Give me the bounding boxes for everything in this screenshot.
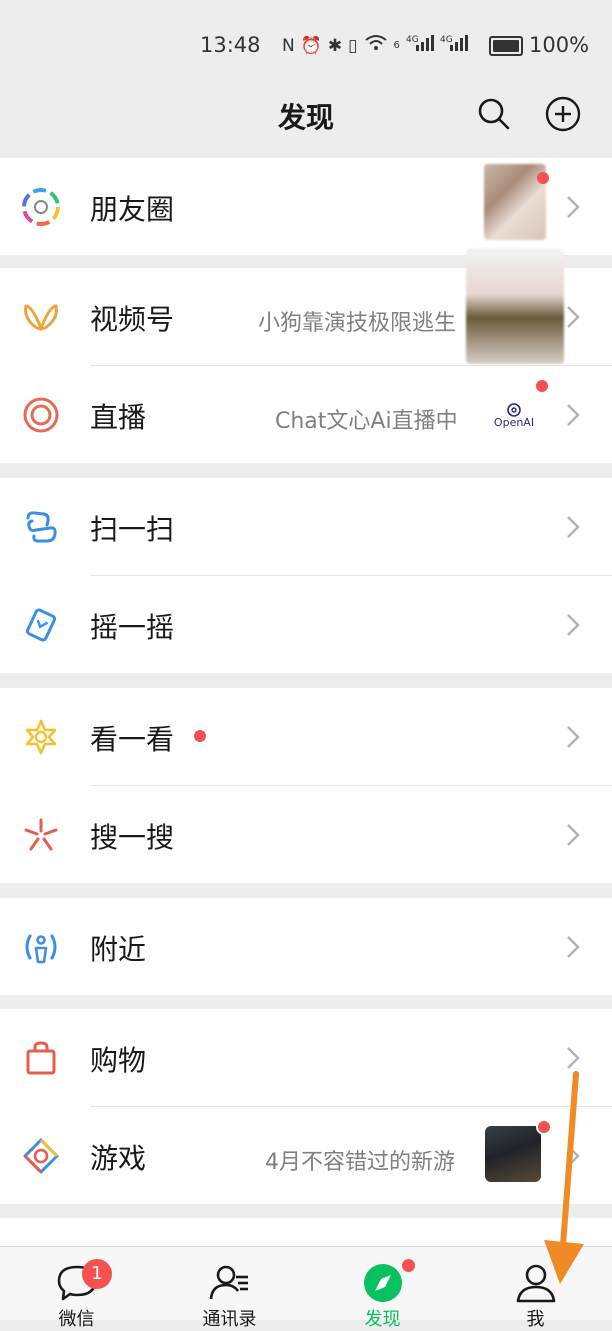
- shake-icon: [25, 608, 57, 642]
- scan-icon: [26, 511, 57, 543]
- plus-circle-icon: [545, 96, 581, 132]
- signal-icon-2: 4G: [440, 33, 468, 58]
- tab-label: 我: [526, 1309, 545, 1330]
- battery-percent: 100%: [529, 33, 590, 57]
- status-bar: 13:48 N ⏰ ✱ ▯ 6 4G 4G 100%: [0, 0, 612, 90]
- games-icon: [23, 1138, 59, 1174]
- row-label: 扫一扫: [90, 513, 175, 546]
- row-moments[interactable]: 朋友圈: [0, 158, 612, 255]
- bluetooth-icon: ✱: [327, 35, 343, 56]
- chevron-right-icon: [567, 306, 580, 328]
- nfc-icon: N: [282, 35, 295, 56]
- live-icon: [23, 397, 59, 433]
- row-top-stories[interactable]: 看一看: [0, 688, 612, 785]
- row-search[interactable]: 搜一搜: [0, 786, 612, 883]
- tab-label: 通讯录: [202, 1309, 257, 1330]
- contacts-icon: [209, 1265, 248, 1300]
- chevron-right-icon: [567, 516, 580, 538]
- search-button[interactable]: [476, 96, 512, 132]
- search-icon: [478, 98, 510, 130]
- chevron-right-icon: [567, 726, 580, 748]
- row-label: 朋友圈: [90, 193, 175, 226]
- battery-icon: [489, 36, 523, 56]
- live-thumbnail-label: OpenAI: [493, 416, 535, 429]
- moments-icon: [22, 188, 60, 226]
- tab-bar: 1 微信 通讯录 发现 我: [0, 1246, 612, 1330]
- tab-me[interactable]: 我: [459, 1247, 612, 1330]
- chevron-right-icon: [567, 1047, 580, 1069]
- row-subtitle: 小狗靠演技极限逃生: [258, 311, 457, 336]
- svg-text:4G: 4G: [406, 35, 419, 45]
- group-channels: 视频号 小狗靠演技极限逃生 直播 Chat文心Ai直播中: [0, 248, 612, 463]
- status-time: 13:48: [200, 33, 261, 57]
- notification-dot: [402, 1259, 415, 1272]
- row-label: 视频号: [90, 303, 175, 336]
- row-subtitle: Chat文心Ai直播中: [275, 409, 458, 434]
- chevron-right-icon: [567, 196, 580, 218]
- group-scan: 扫一扫 摇一摇: [0, 478, 612, 673]
- row-label: 购物: [90, 1044, 147, 1077]
- group-shopping: 购物 游戏 4月不容错过的新游: [0, 1009, 612, 1204]
- notification-dot: [194, 730, 206, 742]
- row-subtitle: 4月不容错过的新游: [265, 1150, 455, 1175]
- svg-text:4G: 4G: [440, 35, 453, 45]
- row-shake[interactable]: 摇一摇: [0, 576, 612, 673]
- row-scan[interactable]: 扫一扫: [0, 478, 612, 575]
- wifi-icon: [364, 34, 388, 57]
- network-label-1: 6: [393, 40, 400, 51]
- group-nearby: 附近: [0, 898, 612, 995]
- row-games[interactable]: 游戏 4月不容错过的新游: [0, 1107, 612, 1204]
- row-nearby[interactable]: 附近: [0, 898, 612, 995]
- tab-discover[interactable]: 发现: [306, 1247, 459, 1330]
- tab-chats[interactable]: 1 微信: [0, 1247, 153, 1330]
- status-icons: N ⏰ ✱ ▯ 6 4G 4G: [282, 33, 468, 58]
- group-partial: [0, 1218, 612, 1246]
- row-label: 附近: [90, 933, 147, 966]
- top-stories-icon: [25, 719, 57, 755]
- tab-contacts[interactable]: 通讯录: [153, 1247, 306, 1330]
- notification-dot: [537, 172, 549, 184]
- row-shopping[interactable]: 购物: [0, 1009, 612, 1106]
- tab-label: 微信: [58, 1309, 95, 1330]
- row-channels[interactable]: 视频号 小狗靠演技极限逃生: [0, 248, 612, 365]
- page-title: 发现: [277, 101, 334, 134]
- row-label: 游戏: [90, 1142, 147, 1175]
- game-thumbnail: [485, 1126, 541, 1182]
- row-label: 摇一摇: [90, 611, 175, 644]
- vibrate-icon: ▯: [348, 35, 358, 56]
- channels-icon: [24, 304, 58, 332]
- row-label: 直播: [90, 401, 147, 434]
- search-feature-icon: [24, 818, 58, 851]
- unread-badge: 1: [82, 1259, 112, 1289]
- annotation-arrow: [544, 1071, 584, 1284]
- live-indicator-dot: [534, 378, 550, 394]
- tab-label: 发现: [364, 1309, 401, 1330]
- row-label: 看一看: [90, 723, 175, 756]
- chevron-right-icon: [567, 824, 580, 846]
- alarm-icon: ⏰: [300, 35, 322, 56]
- channels-thumbnail: [466, 248, 564, 364]
- group-moments: 朋友圈: [0, 158, 612, 255]
- signal-icon-1: 4G: [406, 33, 434, 58]
- chevron-right-icon: [567, 404, 580, 426]
- group-look: 看一看 搜一搜: [0, 688, 612, 883]
- add-button[interactable]: [545, 96, 581, 132]
- chevron-right-icon: [567, 936, 580, 958]
- compass-icon: [363, 1264, 402, 1302]
- chevron-right-icon: [567, 614, 580, 636]
- row-label: 搜一搜: [90, 821, 175, 854]
- shopping-bag-icon: [26, 1041, 56, 1075]
- nearby-icon: [25, 934, 57, 964]
